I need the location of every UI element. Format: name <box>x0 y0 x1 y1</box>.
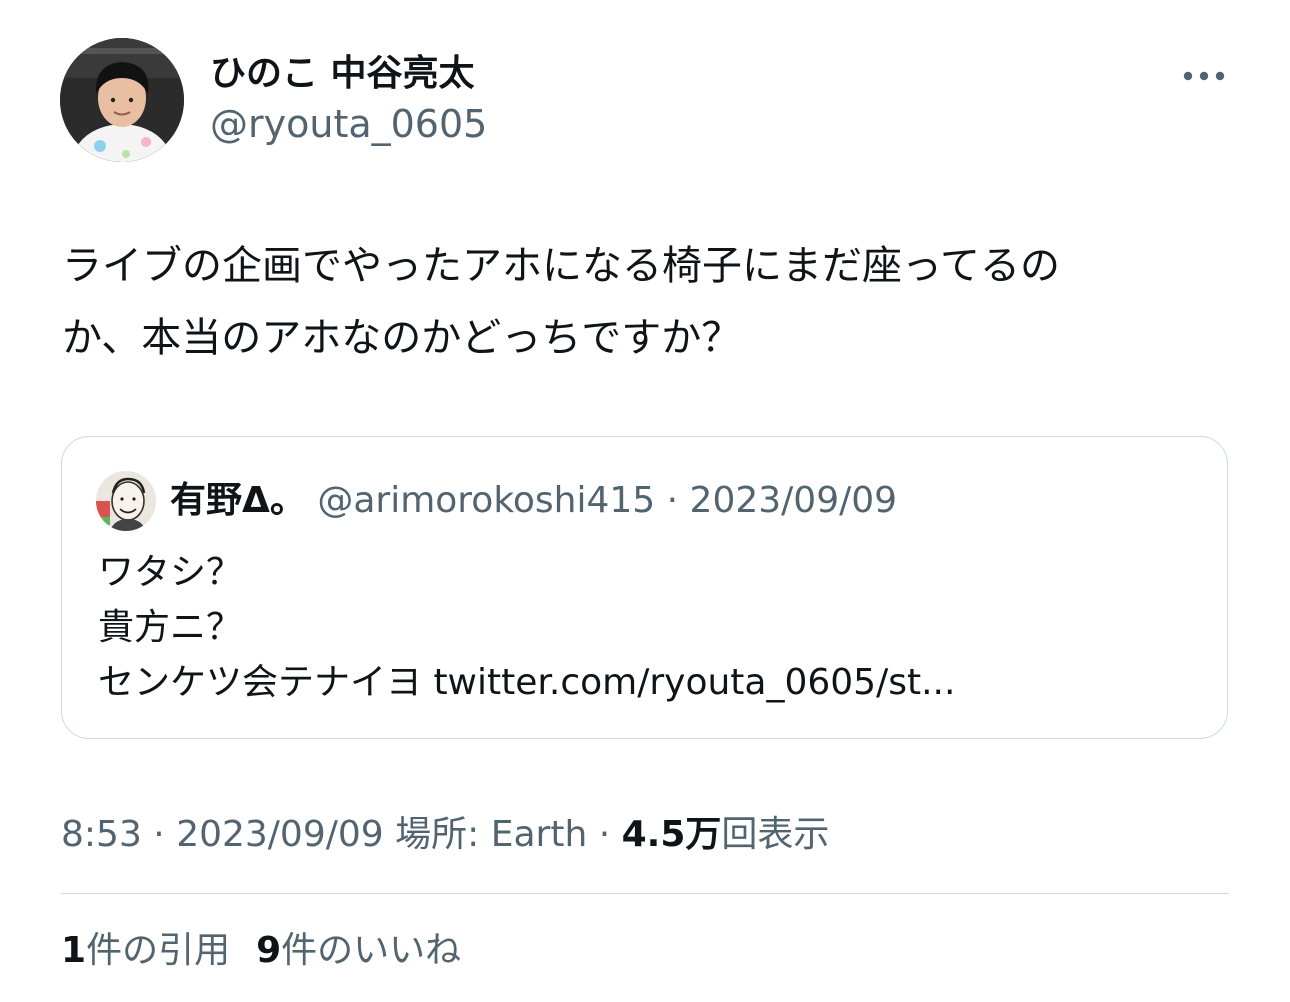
quote-text: ワタシ？ 貴方ニ？ センケツ会テナイヨ twitter.com/ryouta_0… <box>98 552 956 703</box>
location-label: 場所: <box>395 814 491 855</box>
quote-author-avatar[interactable] <box>96 471 156 531</box>
likes-stat[interactable]: 9件のいいね <box>256 930 461 971</box>
views-count[interactable]: 4.5万 <box>622 814 722 855</box>
author-display-name[interactable]: ひのこ 中谷亮太 <box>210 50 475 98</box>
quote-separator: · <box>655 480 690 521</box>
tweet-text: ライブの企画でやったアホになる椅子にまだ座ってるの か、本当のアホなのかどっちで… <box>62 243 1060 361</box>
meta-separator-2: · <box>587 814 622 855</box>
quotes-stat[interactable]: 1件の引用 <box>61 930 230 971</box>
likes-label: 件のいいね <box>281 930 462 971</box>
quotes-count: 1 <box>61 930 87 971</box>
tweet-date[interactable]: 2023/09/09 <box>176 814 384 855</box>
divider <box>61 893 1229 894</box>
quote-header: 有野Δ。 @arimorokoshi415 · 2023/09/09 <box>170 477 897 525</box>
quote-date[interactable]: 2023/09/09 <box>690 480 898 521</box>
engagement-stats: 1件の引用 9件のいいね <box>61 924 487 978</box>
quotes-label: 件の引用 <box>86 930 231 971</box>
tweet-meta-line: 8:53 · 2023/09/09 場所: Earth · 4.5万回表示 <box>61 808 829 862</box>
author-avatar[interactable] <box>60 38 184 162</box>
quote-tweet-card[interactable]: 有野Δ。 @arimorokoshi415 · 2023/09/09 ワタシ？ … <box>61 436 1228 739</box>
views-label[interactable]: 回表示 <box>721 814 829 855</box>
quote-author-name[interactable]: 有野Δ。 <box>170 480 306 521</box>
meta-separator: · <box>141 814 177 855</box>
more-options-button[interactable] <box>1176 56 1232 96</box>
location-value: Earth <box>490 814 588 855</box>
author-handle[interactable]: @ryouta_0605 <box>210 100 487 148</box>
likes-count: 9 <box>256 930 282 971</box>
quote-author-handle[interactable]: @arimorokoshi415 <box>317 480 655 521</box>
more-horizontal-icon <box>1183 71 1225 81</box>
tweet-time[interactable]: 8:53 <box>61 814 142 855</box>
